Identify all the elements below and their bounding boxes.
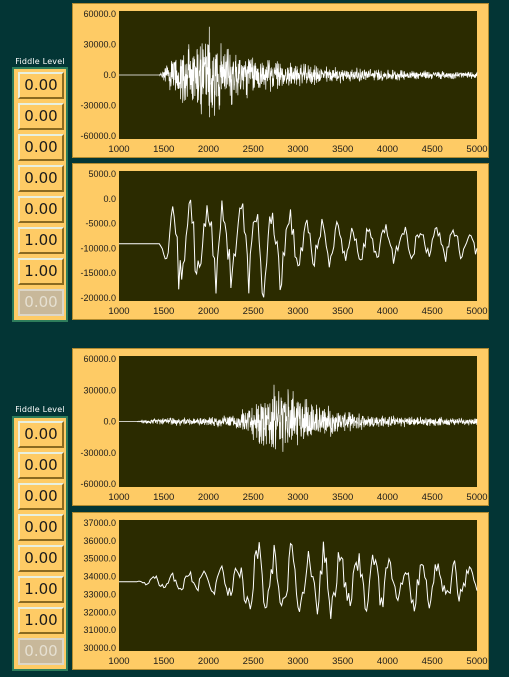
fiddle-level-title-1: Fiddle Level [15, 57, 65, 66]
y-tick-label: 30000.0 [83, 40, 116, 50]
y-tick-label: 31000.0 [83, 625, 116, 635]
x-tick-label: 3000 [287, 306, 308, 317]
y-tick-label: -20000.0 [80, 293, 116, 303]
y-tick-label: 0.0 [103, 194, 116, 204]
x-tick-label: 1000 [108, 144, 129, 155]
fiddle-level-input-7[interactable]: 1.00 [18, 258, 64, 285]
fiddle-level-input-1[interactable]: 0.00 [18, 421, 64, 448]
x-tick-label: 2000 [198, 492, 219, 503]
smoothed-chart-1: 5000.0 0.0 -5000.0 -10000.0 -15000.0 -20000.0… [72, 163, 489, 320]
x-tick-label: 4500 [422, 656, 443, 667]
y-tick-label: 0.0 [103, 417, 116, 427]
x-tick-label: 3500 [332, 306, 353, 317]
x-tick-label: 1000 [108, 492, 129, 503]
x-tick-label: 4000 [377, 306, 398, 317]
y-tick-label: 33000.0 [83, 589, 116, 599]
fiddle-level-input-5[interactable]: 0.00 [18, 545, 64, 572]
y-tick-label: 60000.0 [83, 354, 116, 364]
waveform-chart-2: 60000.0 30000.0 0.0 -30000.0 -60000.0 1000 150… [72, 348, 489, 506]
x-tick-label: 2500 [243, 144, 264, 155]
x-tick-label: 2500 [243, 656, 264, 667]
x-tick-label: 1000 [108, 656, 129, 667]
y-tick-label: 30000.0 [83, 643, 116, 653]
fiddle-level-input-3[interactable]: 0.00 [18, 134, 64, 161]
x-tick-label: 5000 [466, 306, 487, 317]
y-tick-label: -60000.0 [80, 479, 116, 489]
x-tick-label: 3500 [332, 656, 353, 667]
x-tick-label: 1500 [153, 144, 174, 155]
x-tick-label: 2500 [243, 492, 264, 503]
fiddle-level-input-8[interactable]: 0.00 [18, 289, 64, 316]
y-tick-label: -15000.0 [80, 268, 116, 278]
x-tick-label: 2000 [198, 144, 219, 155]
x-tick-label: 5000 [466, 656, 487, 667]
y-tick-label: -60000.0 [80, 131, 116, 141]
waveform-chart-1: 60000.0 30000.0 0.0 -30000.0 -60000.0 1000 150… [72, 3, 489, 158]
fiddle-level-input-1[interactable]: 0.00 [18, 72, 64, 99]
y-tick-label: -30000.0 [80, 101, 116, 111]
y-tick-label: 36000.0 [83, 536, 116, 546]
fiddle-level-control-1: 0.00 0.00 0.00 0.00 0.00 1.00 1.00 0.00 [12, 67, 68, 322]
plot-area [119, 520, 477, 651]
x-tick-label: 4500 [422, 306, 443, 317]
fiddle-level-input-6[interactable]: 1.00 [18, 227, 64, 254]
x-tick-label: 3000 [287, 492, 308, 503]
fiddle-level-input-6[interactable]: 1.00 [18, 576, 64, 603]
fiddle-level-input-5[interactable]: 0.00 [18, 196, 64, 223]
smoothed-chart-2: 37000.0 36000.0 35000.0 34000.0 33000.0 32000… [72, 512, 489, 670]
x-tick-label: 4000 [377, 656, 398, 667]
y-tick-label: -30000.0 [80, 448, 116, 458]
x-tick-label: 2500 [243, 306, 264, 317]
fiddle-level-input-3[interactable]: 0.00 [18, 483, 64, 510]
y-tick-label: -5000.0 [85, 219, 116, 229]
fiddle-level-control-2: 0.00 0.00 0.00 0.00 0.00 1.00 1.00 0.00 [12, 416, 68, 671]
x-tick-label: 1500 [153, 306, 174, 317]
fiddle-level-title-2: Fiddle Level [15, 405, 65, 414]
x-tick-label: 3500 [332, 492, 353, 503]
y-tick-label: 0.0 [103, 70, 116, 80]
fiddle-level-input-7[interactable]: 1.00 [18, 607, 64, 634]
x-tick-label: 4500 [422, 144, 443, 155]
x-tick-label: 4000 [377, 492, 398, 503]
y-tick-label: 35000.0 [83, 554, 116, 564]
y-tick-label: 5000.0 [88, 169, 116, 179]
fiddle-level-input-8[interactable]: 0.00 [18, 638, 64, 665]
x-tick-label: 5000 [466, 144, 487, 155]
fiddle-level-input-2[interactable]: 0.00 [18, 103, 64, 130]
fiddle-level-input-4[interactable]: 0.00 [18, 514, 64, 541]
x-tick-label: 4000 [377, 144, 398, 155]
y-tick-label: -10000.0 [80, 243, 116, 253]
x-tick-label: 1000 [108, 306, 129, 317]
x-tick-label: 3000 [287, 144, 308, 155]
fiddle-level-input-2[interactable]: 0.00 [18, 452, 64, 479]
y-tick-label: 37000.0 [83, 518, 116, 528]
fiddle-level-input-4[interactable]: 0.00 [18, 165, 64, 192]
y-tick-label: 34000.0 [83, 572, 116, 582]
x-tick-label: 4500 [422, 492, 443, 503]
x-tick-label: 3500 [332, 144, 353, 155]
y-tick-label: 30000.0 [83, 385, 116, 395]
y-tick-label: 60000.0 [83, 9, 116, 19]
x-tick-label: 5000 [466, 492, 487, 503]
x-tick-label: 2000 [198, 306, 219, 317]
x-tick-label: 1500 [153, 656, 174, 667]
x-tick-label: 3000 [287, 656, 308, 667]
x-tick-label: 1500 [153, 492, 174, 503]
x-tick-label: 2000 [198, 656, 219, 667]
y-tick-label: 32000.0 [83, 607, 116, 617]
